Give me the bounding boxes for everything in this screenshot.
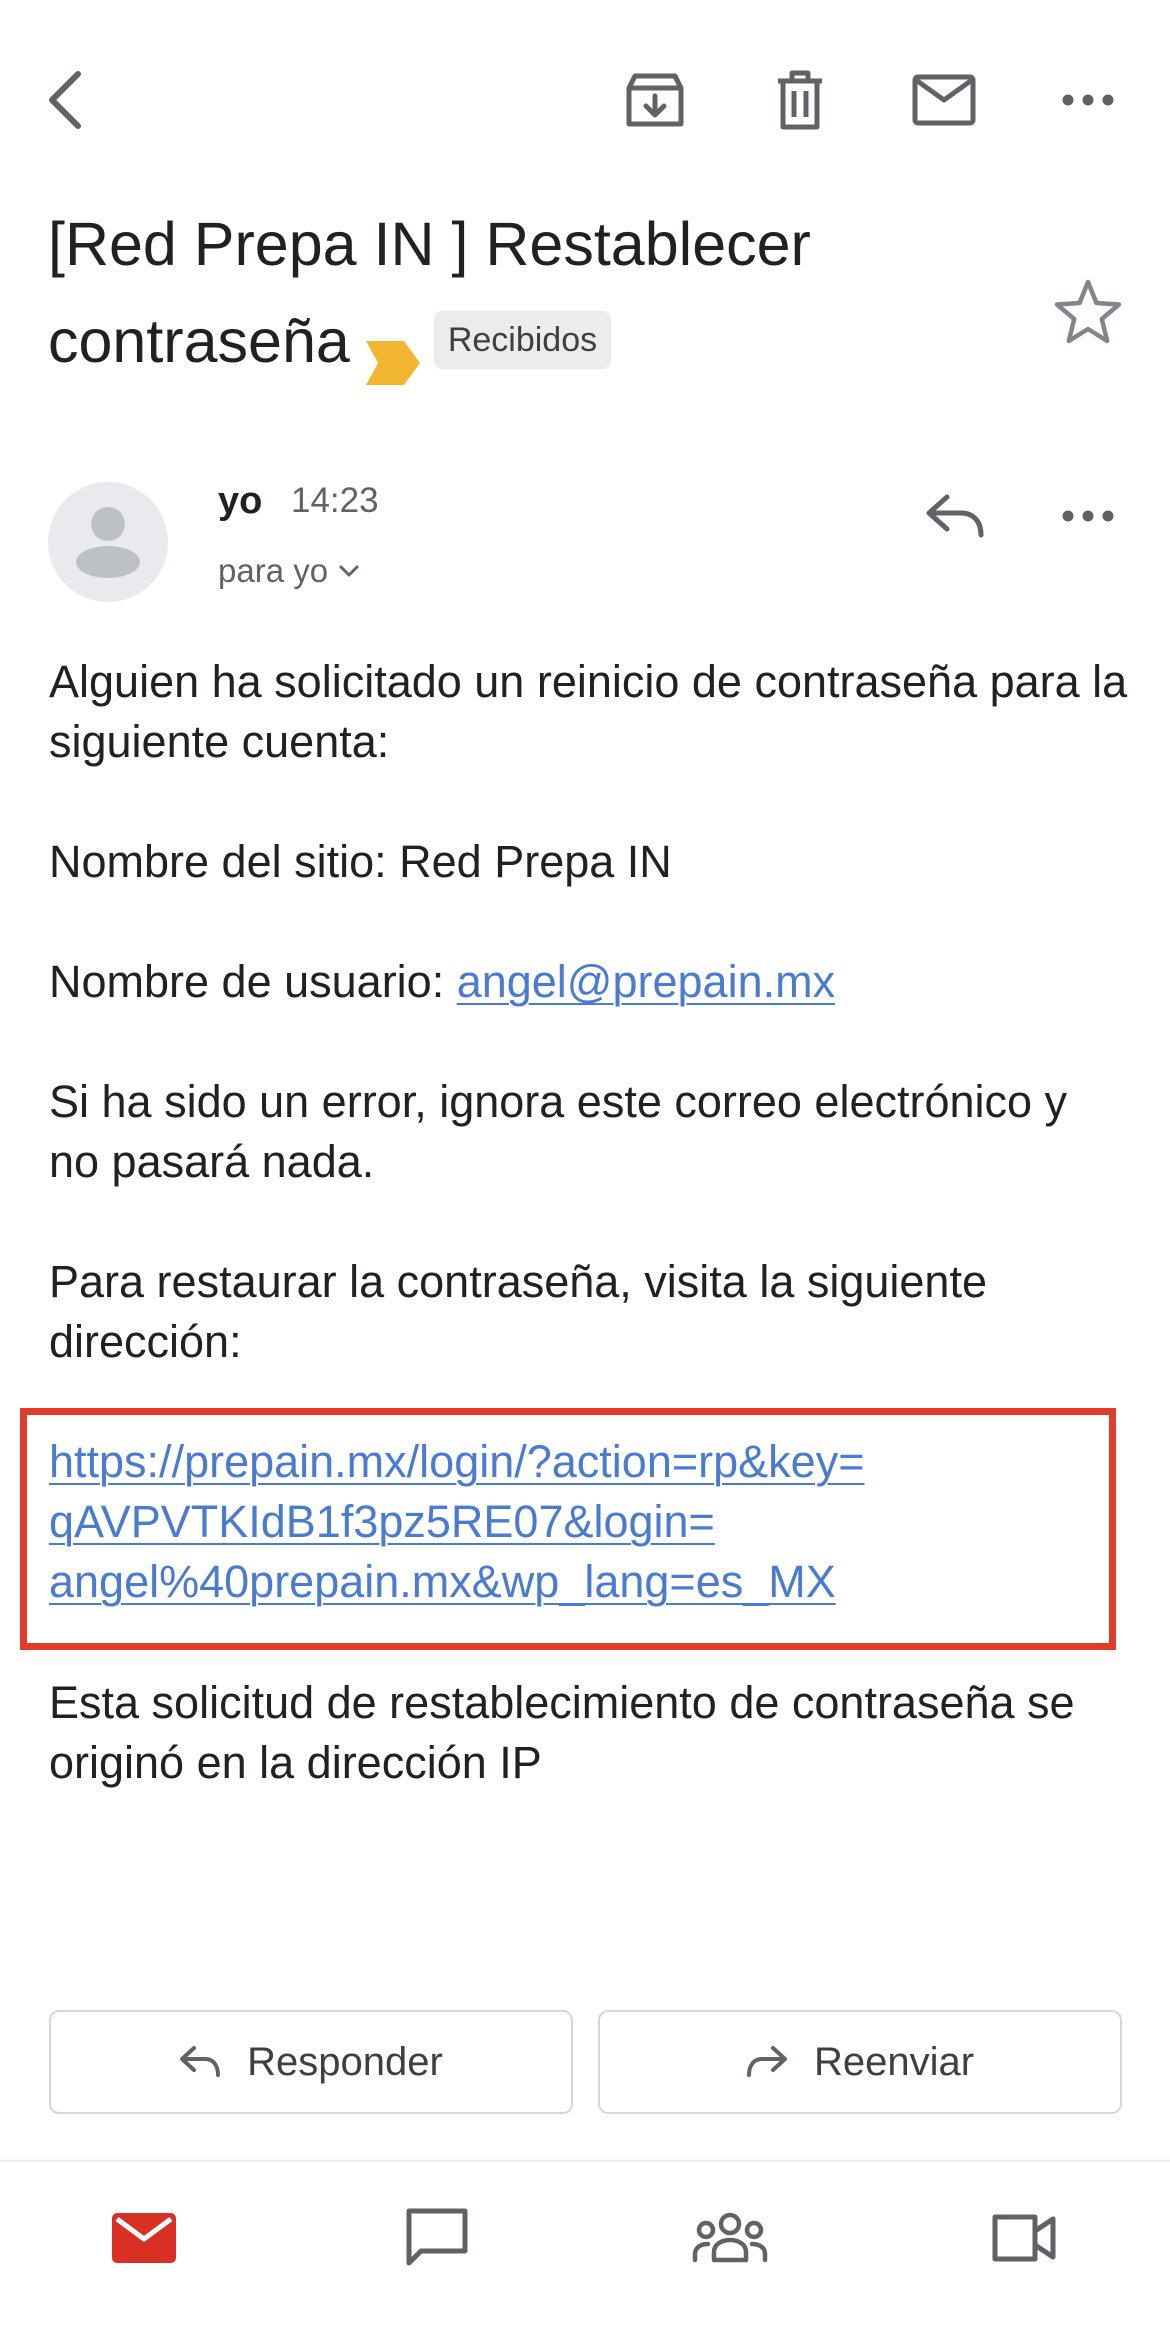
archive-icon (625, 70, 685, 130)
back-button[interactable] (26, 60, 106, 140)
reply-icon (925, 493, 985, 544)
reset-link-line-2[interactable]: qAVPVTKIdB1f3pz5RE07&login= (49, 1496, 715, 1547)
trash-icon (774, 69, 826, 131)
reply-button[interactable] (915, 478, 995, 558)
forward-action-label: Reenviar (813, 2039, 975, 2084)
body-intro: Alguien ha solicitado un reinicio de con… (49, 656, 1128, 767)
reply-action-button[interactable]: Responder (49, 2010, 573, 2114)
body-error-note: Si ha sido un error, ignora este correo … (49, 1076, 1068, 1187)
person-icon (76, 507, 140, 578)
email-subject: [Red Prepa IN ] Restablecer contraseña Re… (48, 196, 1038, 390)
inbox-label-chip[interactable]: Recibidos (433, 310, 612, 369)
body-site-name: Nombre del sitio: Red Prepa IN (49, 836, 672, 887)
meet-icon (991, 2213, 1057, 2268)
forward-icon (746, 2046, 787, 2077)
star-button[interactable] (1052, 276, 1124, 348)
body-username: Nombre de usuario: angel@prepain.mx (49, 952, 1129, 1012)
reset-link-line-1[interactable]: https://prepain.mx/login/?action=rp&key= (49, 1436, 864, 1487)
sender-name: yo (218, 480, 263, 522)
reset-link-line-3[interactable]: angel%40prepain.mx&wp_lang=es_MX (49, 1556, 836, 1607)
reset-password-link[interactable]: https://prepain.mx/login/?action=rp&key=… (49, 1432, 1089, 1612)
forward-action-button[interactable]: Reenviar (598, 2010, 1122, 2114)
spaces-icon (692, 2212, 768, 2269)
body-ip-note: Esta solicitud de restablecimiento de co… (49, 1677, 1075, 1788)
more-options-button[interactable] (1048, 60, 1128, 140)
more-horizontal-icon (1062, 93, 1114, 107)
subject-title: [Red Prepa IN ] Restablecer contraseña (48, 210, 811, 375)
avatar[interactable] (48, 482, 168, 602)
recipient-label: para yo (218, 552, 329, 589)
nav-chat[interactable] (397, 2200, 477, 2280)
nav-spaces[interactable] (690, 2200, 770, 2280)
back-arrow-icon (44, 70, 88, 130)
mark-unread-button[interactable] (904, 60, 984, 140)
nav-mail[interactable] (104, 2200, 184, 2280)
reply-icon (180, 2046, 221, 2077)
mail-icon (112, 2212, 176, 2268)
message-time: 14:23 (291, 481, 379, 520)
top-toolbar (0, 0, 1170, 200)
body-restore-instructions: Para restaurar la contraseña, visita la … (49, 1256, 987, 1367)
recipient-details[interactable]: para yo (218, 546, 360, 596)
message-more-button[interactable] (1048, 478, 1128, 558)
chevron-down-icon (339, 565, 359, 577)
reply-action-label: Responder (247, 2039, 443, 2084)
chat-icon (405, 2207, 469, 2274)
mail-icon (912, 74, 976, 126)
archive-button[interactable] (615, 60, 695, 140)
username-label: Nombre de usuario: (49, 956, 457, 1007)
bottom-navigation (0, 2160, 1170, 2334)
importance-marker-icon (364, 318, 422, 385)
delete-button[interactable] (760, 60, 840, 140)
username-email-link[interactable]: angel@prepain.mx (457, 956, 835, 1007)
more-horizontal-icon (1062, 509, 1114, 528)
nav-meet[interactable] (984, 2200, 1064, 2280)
star-icon (1052, 279, 1124, 352)
